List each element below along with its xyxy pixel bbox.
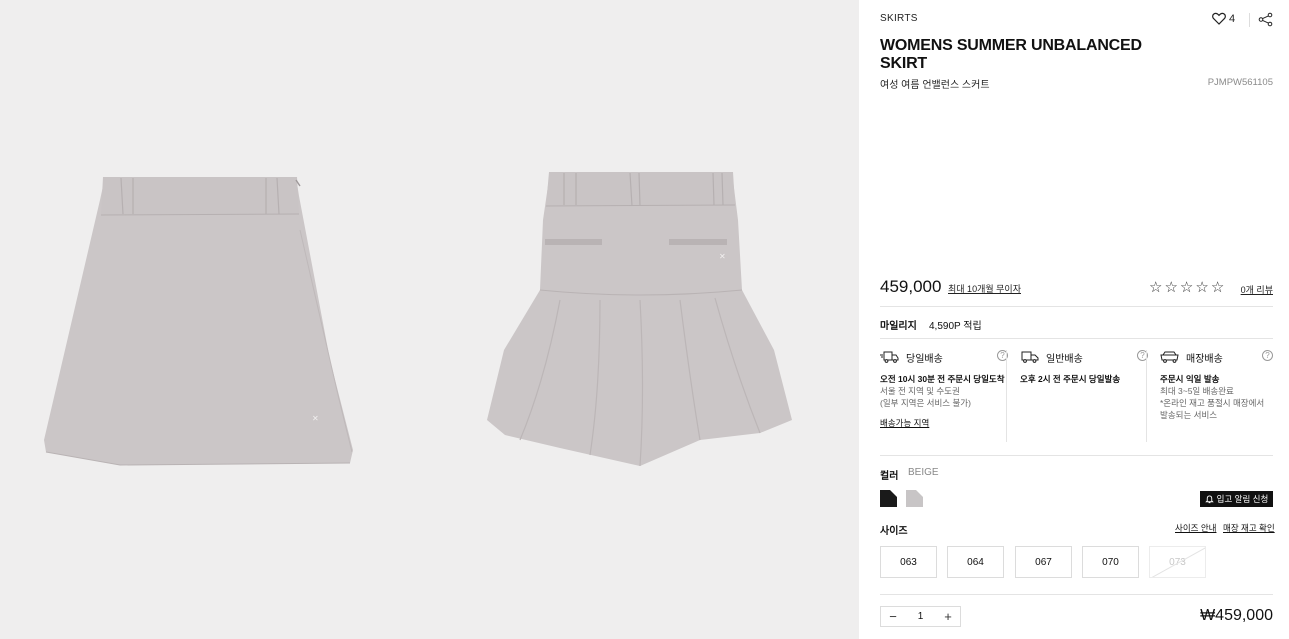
size-guide-link[interactable]: 사이즈 안내	[1175, 522, 1216, 534]
rating-stars: ☆ ☆ ☆ ☆ ☆	[1149, 278, 1224, 296]
shipping-desc: 오전 10시 30분 전 주문시 당일도착	[880, 374, 1005, 384]
divider	[880, 306, 1273, 307]
svg-text:✕: ✕	[312, 414, 319, 423]
truck-fast-icon	[880, 351, 899, 363]
heart-icon	[1212, 12, 1226, 25]
total-price: ₩459,000	[1200, 607, 1273, 624]
product-images: ✕ ✕	[44, 172, 792, 467]
shipping-standard: 일반배송 ? 오후 2시 전 주문시 당일발송	[1020, 350, 1148, 442]
quantity-minus-button[interactable]: −	[881, 609, 905, 624]
shipping-note: 발송되는 서비스	[1160, 410, 1218, 420]
svg-text:✕: ✕	[719, 252, 726, 261]
share-icon	[1258, 12, 1273, 27]
star-icon: ☆	[1210, 279, 1225, 296]
notify-label: 입고 알림 신청	[1216, 494, 1269, 504]
divider	[880, 455, 1273, 456]
header-divider	[1249, 13, 1250, 27]
star-icon: ☆	[1164, 279, 1178, 296]
shipping-note: 서울 전 지역 및 수도권	[880, 386, 960, 396]
quantity-stepper: − 1 +	[880, 606, 961, 627]
size-option-064[interactable]: 064	[947, 546, 1004, 578]
restock-notify-button[interactable]: 입고 알림 신청	[1200, 491, 1273, 507]
quantity-value[interactable]: 1	[909, 611, 933, 622]
shipping-title: 일반배송	[1046, 353, 1083, 365]
product-price: 459,000	[880, 277, 942, 296]
size-label: 사이즈	[880, 526, 908, 537]
skirt-back-image[interactable]: ✕	[487, 172, 792, 467]
divider	[880, 594, 1273, 595]
installment-link[interactable]: 최대 10개월 무이자	[948, 282, 1021, 295]
shipping-note: (일부 지역은 서비스 불가)	[880, 398, 971, 408]
divider	[1006, 350, 1007, 442]
truck-icon	[1021, 351, 1039, 363]
shipping-same-day: 당일배송 ? 오전 10시 30분 전 주문시 당일도착 서울 전 지역 및 수…	[880, 350, 1008, 442]
shipping-store: 매장배송 ? 주문시 익일 발송 최대 3~5일 배송완료 *온라인 재고 품절…	[1160, 350, 1273, 442]
size-option-063[interactable]: 063	[880, 546, 937, 578]
product-subtitle: 여성 여름 언밸런스 스커트	[880, 80, 990, 91]
mileage-label: 마일리지	[880, 321, 917, 332]
reviews-link[interactable]: 0개 리뷰	[1241, 283, 1273, 296]
product-code: PJMPW561105	[1207, 77, 1273, 88]
product-title: WOMENS SUMMER UNBALANCED SKIRT	[880, 37, 1142, 72]
shipping-title: 당일배송	[906, 353, 943, 365]
selected-color: BEIGE	[908, 467, 939, 478]
color-swatch-black[interactable]	[880, 490, 897, 507]
delivery-area-link[interactable]: 배송가능 지역	[880, 417, 929, 429]
size-option-070[interactable]: 070	[1082, 546, 1139, 578]
shipping-note: *온라인 재고 품절시 매장에서	[1160, 398, 1265, 408]
star-icon: ☆	[1195, 279, 1209, 296]
product-category[interactable]: SKIRTS	[880, 13, 918, 24]
star-icon: ☆	[1179, 279, 1194, 296]
quantity-plus-button[interactable]: +	[936, 609, 960, 624]
product-image-gallery: ✕ ✕	[0, 0, 859, 639]
skirt-front-image[interactable]: ✕	[44, 177, 353, 466]
shipping-note: 최대 3~5일 배송완료	[1160, 386, 1234, 396]
bell-icon	[1204, 494, 1214, 503]
product-info-panel: SKIRTS 4 WOMENS SUMMER UNBALANCED SKIRT …	[859, 0, 1289, 639]
shipping-desc: 오후 2시 전 주문시 당일발송	[1020, 374, 1121, 384]
divider	[1146, 350, 1147, 442]
color-swatch-beige[interactable]	[906, 490, 923, 507]
wishlist-button[interactable]: 4	[1212, 12, 1235, 25]
size-option-067[interactable]: 067	[1015, 546, 1072, 578]
store-stock-link[interactable]: 매장 재고 확인	[1223, 522, 1275, 534]
help-icon[interactable]: ?	[1262, 350, 1273, 361]
star-icon: ☆	[1149, 279, 1163, 296]
shipping-title: 매장배송	[1186, 353, 1223, 365]
divider	[880, 338, 1273, 339]
color-label: 컬러	[880, 471, 899, 482]
size-option-073-soldout: 073	[1149, 546, 1206, 578]
wish-count: 4	[1229, 12, 1236, 25]
shipping-desc: 주문시 익일 발송	[1160, 374, 1220, 384]
mileage-value: 4,590P 적립	[929, 321, 982, 332]
store-delivery-icon	[1160, 351, 1179, 363]
share-button[interactable]	[1258, 12, 1273, 32]
